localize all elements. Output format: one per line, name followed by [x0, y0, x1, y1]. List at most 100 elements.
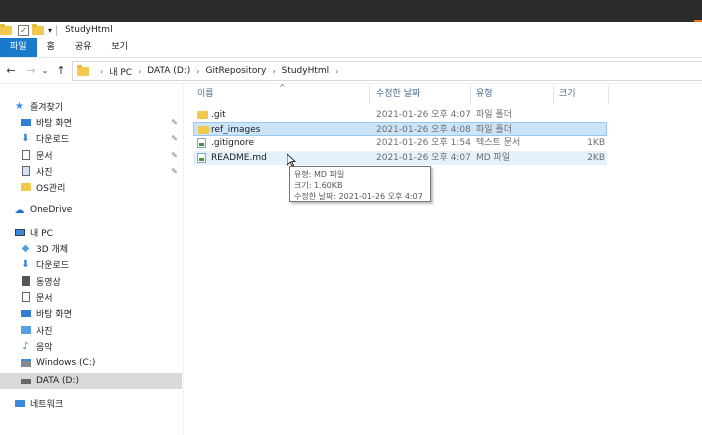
new-folder-icon[interactable]	[32, 23, 44, 35]
sidebar-item-desktop[interactable]: 바탕 화면 ✎	[20, 114, 182, 130]
chevron-right-icon[interactable]: ›	[138, 67, 141, 76]
cloud-icon: ☁	[14, 204, 25, 216]
navigation-pane: ★ 즐겨찾기 바탕 화면 ✎ ⬇ 다운로드 ✎ 문서 ✎ 사진 ✎ OS관리 ☁…	[0, 84, 182, 435]
sidebar-item-os-admin[interactable]: OS관리	[20, 179, 182, 195]
window-title: StudyHtml	[65, 25, 113, 35]
chevron-right-icon[interactable]: ›	[196, 67, 199, 76]
tooltip-type: 유형: MD 파일	[294, 170, 345, 179]
customize-dropdown-icon[interactable]: ▾	[48, 26, 52, 35]
document-icon	[20, 150, 31, 161]
sidebar-item-pc-downloads[interactable]: ⬇ 다운로드	[20, 256, 182, 272]
column-separator[interactable]	[553, 86, 554, 104]
breadcrumb-studyhtml[interactable]: StudyHtml	[282, 66, 330, 76]
sidebar-item-label: 3D 개체	[36, 244, 69, 255]
breadcrumb-this-pc[interactable]: 내 PC	[109, 65, 132, 78]
file-row-selected[interactable]: ref_images 2021-01-26 오후 4:08 파일 폴더	[193, 122, 607, 136]
sidebar-item-label: 바탕 화면	[36, 309, 72, 320]
file-size: 1KB	[587, 138, 605, 148]
sidebar-item-music[interactable]: ♪ 음악	[20, 338, 182, 354]
file-row[interactable]: .git 2021-01-26 오후 4:07 파일 폴더	[193, 108, 607, 122]
pane-divider[interactable]	[183, 84, 184, 435]
file-date: 2021-01-26 오후 4:07	[376, 153, 471, 163]
file-row-hovered[interactable]: README.md 2021-01-26 오후 4:07 MD 파일 2KB	[193, 151, 607, 165]
film-icon	[20, 276, 31, 287]
drive-icon	[20, 358, 31, 369]
sidebar-item-label: 내 PC	[30, 228, 53, 239]
sidebar-item-this-pc[interactable]: 내 PC	[14, 224, 182, 240]
file-type: 텍스트 문서	[476, 138, 521, 148]
sidebar-item-label: DATA (D:)	[36, 376, 80, 386]
ribbon-tabs: 파일 홈 공유 보기	[0, 38, 702, 58]
column-header-name[interactable]: 이름	[197, 84, 214, 104]
tab-home[interactable]: 홈	[37, 38, 65, 57]
sidebar-item-pc-documents[interactable]: 문서	[20, 289, 182, 305]
music-note-icon: ♪	[22, 340, 29, 352]
download-icon: ⬇	[21, 132, 30, 144]
column-separator[interactable]	[369, 86, 370, 104]
file-name: ref_images	[211, 125, 261, 135]
pin-icon[interactable]: ✎	[171, 167, 178, 176]
sidebar-item-3d-objects[interactable]: ◆ 3D 개체	[20, 240, 182, 256]
recent-chevron-down-icon[interactable]: ⌄	[38, 66, 52, 75]
up-arrow-icon[interactable]: ↑	[54, 64, 68, 77]
pin-icon[interactable]: ✎	[171, 118, 178, 127]
column-header-date[interactable]: 수정한 날짜	[376, 84, 420, 104]
desktop-topbar	[0, 0, 702, 22]
column-separator[interactable]	[608, 86, 609, 104]
pin-icon[interactable]: ✎	[171, 134, 178, 143]
sidebar-item-label: 문서	[36, 151, 53, 162]
quick-access-toolbar: ✓ ▾	[0, 22, 52, 38]
sidebar-item-onedrive[interactable]: ☁ OneDrive	[14, 202, 182, 218]
tab-share[interactable]: 공유	[65, 38, 102, 57]
address-bar[interactable]: › 내 PC › DATA (D:) › GitRepository › Stu…	[72, 61, 702, 81]
chevron-right-icon[interactable]: ›	[100, 67, 103, 76]
column-header-size[interactable]: 크기	[559, 84, 576, 104]
sidebar-item-windows-c[interactable]: Windows (C:)	[20, 355, 182, 371]
sidebar-item-videos[interactable]: 동영상	[20, 273, 182, 289]
file-name: .git	[211, 110, 226, 120]
pin-icon[interactable]: ✎	[171, 151, 178, 160]
file-row[interactable]: .gitignore 2021-01-26 오후 1:54 텍스트 문서 1KB	[193, 136, 607, 150]
properties-check-icon[interactable]: ✓	[18, 24, 29, 36]
column-header-type[interactable]: 유형	[476, 84, 493, 104]
sidebar-item-pictures[interactable]: 사진 ✎	[20, 163, 182, 179]
navigation-bar: ← → ⌄ ↑ › 내 PC › DATA (D:) › GitReposito…	[0, 58, 702, 84]
sidebar-item-label: 문서	[36, 293, 53, 304]
sort-up-icon: ^	[279, 83, 286, 92]
sidebar-item-data-d[interactable]: DATA (D:)	[0, 373, 182, 389]
sidebar-item-label: 사진	[36, 167, 53, 178]
file-date: 2021-01-26 오후 4:08	[376, 125, 471, 135]
file-type: MD 파일	[476, 153, 511, 163]
tab-view[interactable]: 보기	[101, 38, 138, 57]
breadcrumb-gitrepository[interactable]: GitRepository	[206, 66, 267, 76]
sidebar-item-label: 다운로드	[36, 134, 70, 145]
folder-icon	[20, 182, 31, 193]
sidebar-item-label: OneDrive	[30, 205, 73, 215]
file-type: 파일 폴더	[476, 110, 512, 120]
sidebar-item-label: 다운로드	[36, 260, 70, 271]
sidebar-item-pc-pictures[interactable]: 사진	[20, 322, 182, 338]
tab-file[interactable]: 파일	[0, 38, 37, 57]
forward-arrow-icon[interactable]: →	[24, 64, 38, 77]
chevron-right-icon[interactable]: ›	[335, 67, 338, 76]
pictures-icon	[20, 325, 31, 336]
sidebar-item-documents[interactable]: 문서 ✎	[20, 147, 182, 163]
chevron-right-icon[interactable]: ›	[272, 67, 275, 76]
sidebar-item-quick-access[interactable]: ★ 즐겨찾기	[14, 98, 182, 114]
star-icon: ★	[15, 100, 24, 112]
file-name: .gitignore	[211, 138, 255, 148]
sidebar-item-pc-desktop[interactable]: 바탕 화면	[20, 305, 182, 321]
sidebar-item-network[interactable]: 네트워크	[14, 395, 182, 411]
markdown-file-icon	[197, 153, 206, 163]
folder-icon[interactable]	[0, 23, 12, 35]
breadcrumb-data-drive[interactable]: DATA (D:)	[147, 66, 190, 76]
file-size: 2KB	[587, 153, 605, 163]
sidebar-item-label: 사진	[36, 326, 53, 337]
title-bar: ✓ ▾ StudyHtml	[0, 22, 702, 38]
column-separator[interactable]	[470, 86, 471, 104]
pictures-icon	[20, 166, 31, 177]
sidebar-item-label: 음악	[36, 342, 53, 353]
back-arrow-icon[interactable]: ←	[4, 64, 18, 77]
sidebar-item-downloads[interactable]: ⬇ 다운로드 ✎	[20, 130, 182, 146]
file-type: 파일 폴더	[476, 125, 512, 135]
